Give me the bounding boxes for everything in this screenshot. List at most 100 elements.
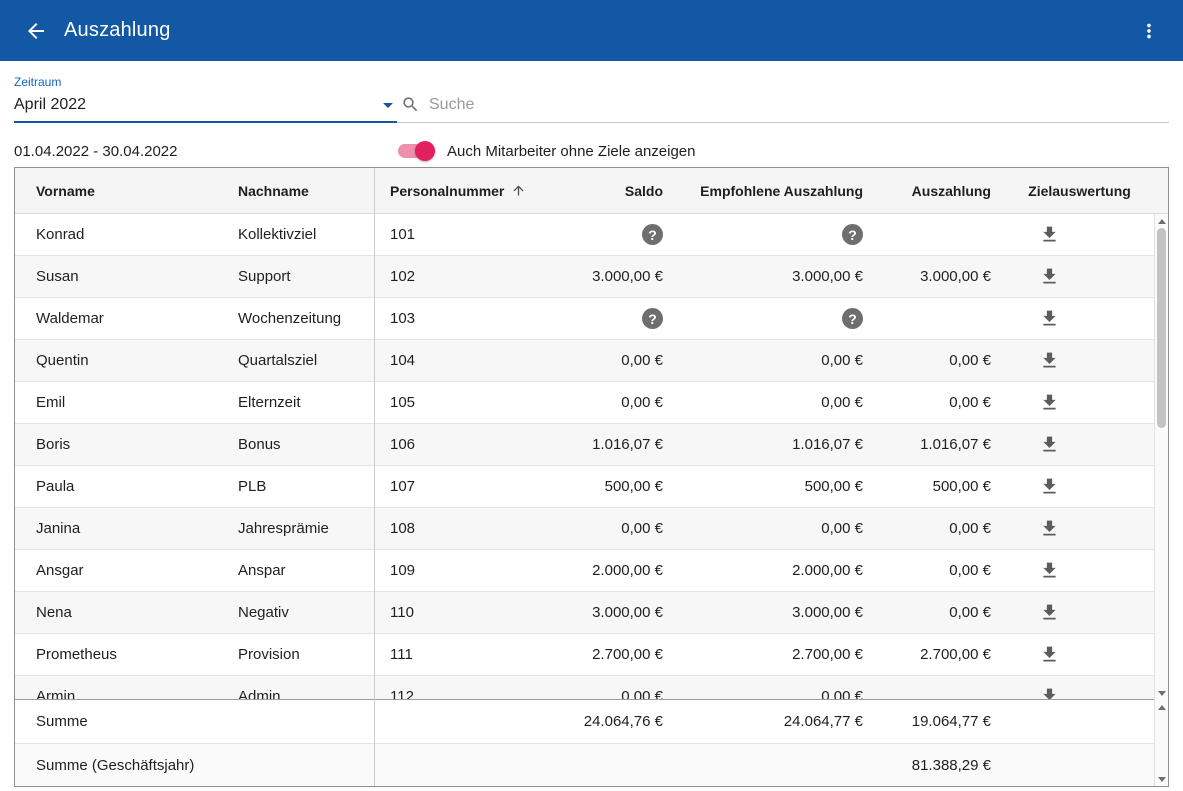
table-row: Konrad Kollektivziel 101 ? ? [15,214,1154,256]
cell-empfohlene-auszahlung: 0,00 € [677,508,877,549]
download-zielauswertung-button[interactable] [1037,264,1063,290]
sum-zielauswertung-empty [1005,700,1154,743]
table-scrollbar[interactable] [1154,214,1168,700]
table-row: Ansgar Anspar 109 2.000,00 € 2.000,00 € … [15,550,1154,592]
cell-vorname: Janina [15,508,231,549]
cell-empfohlene-auszahlung: 0,00 € [677,340,877,381]
download-zielauswertung-button[interactable] [1037,642,1063,668]
cell-vorname: Nena [15,592,231,633]
cell-nachname: Elternzeit [231,382,374,423]
cell-auszahlung: 0,00 € [877,550,1005,591]
question-mark-circle-icon[interactable]: ? [842,224,863,245]
column-header-personalnummer[interactable]: Personalnummer [374,168,531,213]
download-zielauswertung-button[interactable] [1037,684,1063,701]
cell-auszahlung: 500,00 € [877,466,1005,507]
column-header-empfohlene-auszahlung[interactable]: Empfohlene Auszahlung [677,168,877,213]
search-field [397,75,1169,123]
scroll-up-arrow-icon[interactable] [1155,214,1168,228]
cell-vorname: Paula [15,466,231,507]
sum-fy-personalnummer-empty [374,744,531,786]
download-arrow-icon [1039,224,1060,245]
cell-auszahlung: 0,00 € [877,382,1005,423]
cell-empfohlene-auszahlung: 2.700,00 € [677,634,877,675]
cell-empfohlene-auszahlung: 1.016,07 € [677,424,877,465]
download-zielauswertung-button[interactable] [1037,474,1063,500]
cell-auszahlung [877,676,1005,700]
footer-scroll-up-arrow-icon[interactable] [1155,700,1168,714]
overflow-menu-button[interactable] [1135,17,1163,45]
column-header-nachname[interactable]: Nachname [231,168,374,213]
cell-vorname: Prometheus [15,634,231,675]
arrow-left-icon [24,19,48,43]
period-select[interactable]: Zeitraum April 2022 [14,75,397,123]
cell-nachname: Provision [231,634,374,675]
cell-zielauswertung [1005,508,1154,549]
cell-auszahlung: 0,00 € [877,340,1005,381]
download-zielauswertung-button[interactable] [1037,516,1063,542]
app-bar: Auszahlung [0,0,1183,61]
download-zielauswertung-button[interactable] [1037,390,1063,416]
download-zielauswertung-button[interactable] [1037,348,1063,374]
download-arrow-icon [1039,434,1060,455]
cell-vorname: Armin [15,676,231,700]
cell-empfohlene-auszahlung: 3.000,00 € [677,592,877,633]
cell-auszahlung: 1.016,07 € [877,424,1005,465]
sort-ascending-icon [511,183,526,198]
period-select-label: Zeitraum [14,75,397,89]
search-icon [397,95,429,116]
table-row: Nena Negativ 110 3.000,00 € 3.000,00 € 0… [15,592,1154,634]
cell-auszahlung: 0,00 € [877,508,1005,549]
sum-row: Summe 24.064,76 € 24.064,77 € 19.064,77 … [15,700,1154,743]
column-header-auszahlung[interactable]: Auszahlung [877,168,1005,213]
cell-zielauswertung [1005,340,1154,381]
download-arrow-icon [1039,644,1060,665]
column-header-vorname[interactable]: Vorname [15,168,231,213]
question-mark-circle-icon[interactable]: ? [642,308,663,329]
cell-personalnummer: 109 [374,550,531,591]
cell-vorname: Konrad [15,214,231,255]
sum-empfohlene-auszahlung: 24.064,77 € [677,700,877,743]
footer-scroll-down-arrow-icon[interactable] [1155,772,1168,786]
toggle-thumb [415,141,435,161]
scrollbar-thumb[interactable] [1157,228,1166,428]
back-button[interactable] [22,17,50,45]
cell-personalnummer: 102 [374,256,531,297]
download-zielauswertung-button[interactable] [1037,306,1063,332]
download-arrow-icon [1039,476,1060,497]
cell-empfohlene-auszahlung: ? [677,214,877,255]
question-mark-circle-icon[interactable]: ? [642,224,663,245]
question-mark-circle-icon[interactable]: ? [842,308,863,329]
cell-nachname: PLB [231,466,374,507]
download-zielauswertung-button[interactable] [1037,558,1063,584]
cell-saldo: 3.000,00 € [531,592,677,633]
download-zielauswertung-button[interactable] [1037,600,1063,626]
scroll-down-arrow-icon[interactable] [1155,686,1168,700]
column-header-zielauswertung[interactable]: Zielauswertung [1005,168,1154,213]
download-arrow-icon [1039,686,1060,700]
download-zielauswertung-button[interactable] [1037,222,1063,248]
download-arrow-icon [1039,518,1060,539]
cell-saldo: 2.000,00 € [531,550,677,591]
cell-saldo: 0,00 € [531,382,677,423]
sum-fiscal-year-auszahlung: 81.388,29 € [877,744,1005,786]
download-zielauswertung-button[interactable] [1037,432,1063,458]
cell-auszahlung [877,298,1005,339]
cell-personalnummer: 111 [374,634,531,675]
table-row: Emil Elternzeit 105 0,00 € 0,00 € 0,00 € [15,382,1154,424]
cell-nachname: Anspar [231,550,374,591]
show-employees-without-goals-toggle[interactable] [397,141,433,161]
download-arrow-icon [1039,392,1060,413]
download-arrow-icon [1039,350,1060,371]
cell-saldo: ? [531,298,677,339]
column-header-saldo[interactable]: Saldo [531,168,677,213]
sum-fiscal-year-empfohlene [677,744,877,786]
cell-personalnummer: 112 [374,676,531,700]
cell-saldo: 0,00 € [531,676,677,700]
footer-scrollbar[interactable] [1154,700,1168,786]
search-input[interactable] [429,94,1169,116]
filter-section: Zeitraum April 2022 01.04.2022 - 30.04.2… [0,61,1183,163]
cell-nachname: Negativ [231,592,374,633]
cell-nachname: Bonus [231,424,374,465]
sum-label: Summe [15,700,374,743]
cell-personalnummer: 110 [374,592,531,633]
